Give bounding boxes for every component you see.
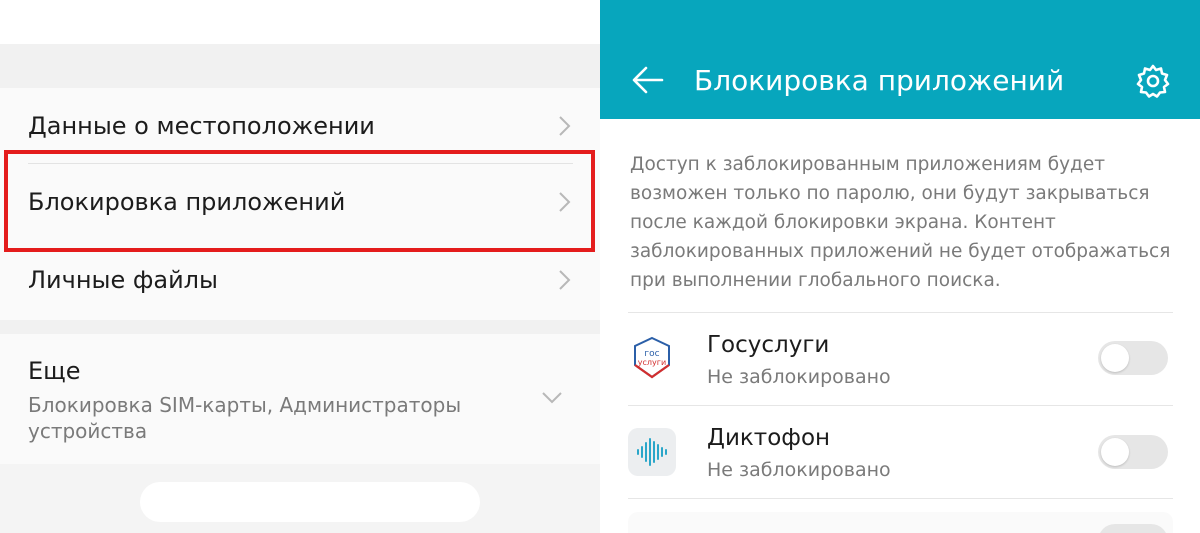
dictaphone-icon (628, 428, 676, 476)
toggle-knob (1101, 344, 1129, 372)
app-name: Диктофон (707, 425, 831, 451)
app-row-partial[interactable] (628, 512, 1173, 533)
top-band (0, 0, 600, 44)
lock-toggle[interactable] (1098, 524, 1168, 533)
app-lock-screen: Блокировка приложений Доступ к заблокиро… (600, 0, 1200, 533)
gosuslugi-icon: гос услуги (628, 334, 676, 382)
section-gap (0, 320, 600, 334)
app-status: Не заблокировано (707, 366, 891, 388)
lock-toggle[interactable] (1098, 435, 1168, 469)
more-title: Еще (28, 357, 81, 385)
settings-security-panel: Данные о местоположении Блокировка прило… (0, 0, 600, 533)
toggle-knob (1101, 438, 1129, 466)
app-status: Не заблокировано (707, 459, 891, 481)
settings-item-location-data[interactable]: Данные о местоположении (0, 100, 600, 152)
arrow-back-icon[interactable] (630, 62, 666, 98)
section-gap (0, 44, 600, 88)
settings-item-label: Личные файлы (28, 266, 218, 294)
gear-icon[interactable] (1135, 63, 1171, 99)
divider (628, 312, 1173, 313)
page-title: Блокировка приложений (694, 64, 1065, 97)
divider (628, 405, 1173, 406)
description-text: Доступ к заблокированным приложениям буд… (630, 154, 1171, 291)
divider (628, 498, 1173, 499)
chevron-down-icon[interactable] (540, 385, 564, 409)
chevron-right-icon (559, 116, 571, 136)
svg-text:услуги: услуги (638, 358, 666, 367)
app-name: Госуслуги (707, 332, 830, 358)
chevron-right-icon (559, 270, 571, 290)
highlight-frame (4, 150, 595, 252)
settings-item-private-files[interactable]: Личные файлы (0, 254, 600, 306)
settings-item-label: Данные о местоположении (28, 112, 375, 140)
bottom-pill (140, 482, 480, 522)
app-bar: Блокировка приложений (600, 0, 1200, 119)
lock-toggle[interactable] (1098, 341, 1168, 375)
more-subtitle: Блокировка SIM-карты, Администраторы уст… (28, 393, 462, 443)
bottom-area (0, 464, 600, 533)
